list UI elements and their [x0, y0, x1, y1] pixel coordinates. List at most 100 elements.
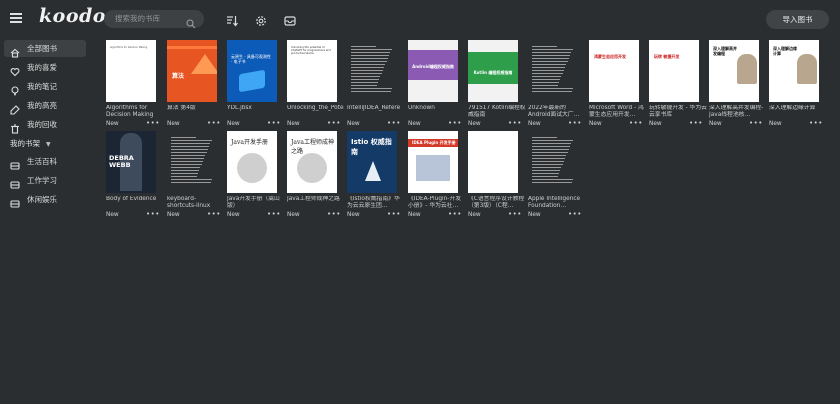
- more-options-icon[interactable]: •••: [207, 210, 221, 218]
- book-cover[interactable]: [167, 131, 217, 193]
- book-card[interactable]: 2022年最新的Android面试大厂… New •••: [528, 40, 581, 128]
- more-options-icon[interactable]: •••: [327, 210, 341, 218]
- chevron-down-icon: ▼: [46, 141, 51, 148]
- book-cover[interactable]: IDEA Plugin 开发手册: [408, 131, 458, 193]
- more-options-icon[interactable]: •••: [146, 210, 160, 218]
- sidebar-item-label: 全部图书: [27, 44, 57, 53]
- cover-text: Android编程权威指南: [412, 64, 454, 69]
- book-status: New: [347, 121, 360, 127]
- sidebar-item-all-books[interactable]: 全部图书: [4, 40, 86, 58]
- more-options-icon[interactable]: •••: [448, 119, 462, 127]
- more-options-icon[interactable]: •••: [689, 119, 703, 127]
- more-options-icon[interactable]: •••: [327, 119, 341, 127]
- more-options-icon[interactable]: •••: [749, 119, 763, 127]
- book-status: New: [408, 212, 421, 218]
- book-status: New: [408, 121, 421, 127]
- book-cover[interactable]: 鸿蒙生态应用开发: [589, 40, 639, 102]
- book-card[interactable]: Algorithms for Decision Making Algorithms…: [106, 40, 159, 128]
- book-card[interactable]: 《C语言程序设计教程（第3版）（C程… New •••: [468, 131, 524, 219]
- settings-gear-icon[interactable]: [255, 12, 267, 31]
- shelf-item-life[interactable]: 生活百科: [4, 153, 86, 170]
- search-placeholder: 搜索我的书库: [115, 14, 160, 23]
- book-cover[interactable]: Java工程师成神之路: [287, 131, 337, 193]
- book-cover[interactable]: [528, 40, 578, 102]
- book-card[interactable]: Apple Intelligence Foundation… New •••: [528, 131, 581, 219]
- book-card[interactable]: Kotlin 编程权威指南 791517 Kotlin编程权威指南 New •••: [468, 40, 526, 128]
- more-options-icon[interactable]: •••: [809, 119, 823, 127]
- cover-text: 玩转 敏捷开发: [654, 54, 680, 59]
- book-card[interactable]: IntelliJIDEA_Refere New •••: [347, 40, 400, 128]
- more-options-icon[interactable]: •••: [568, 210, 582, 218]
- search-input[interactable]: 搜索我的书库: [104, 10, 204, 29]
- cover-text: Istio 权威指南: [351, 138, 392, 156]
- more-options-icon[interactable]: •••: [568, 119, 582, 127]
- book-cover[interactable]: Java开发手册: [227, 131, 277, 193]
- book-cover[interactable]: Kotlin 编程权威指南: [468, 40, 518, 102]
- sidebar-item-trash[interactable]: 我的回收: [4, 116, 86, 134]
- book-status: New: [167, 121, 180, 127]
- book-status: New: [287, 121, 300, 127]
- cover-text: Java工程师成神之路: [291, 139, 334, 155]
- more-options-icon[interactable]: •••: [387, 119, 401, 127]
- book-cover[interactable]: [528, 131, 578, 193]
- book-cover[interactable]: 云原生 · 具备可观测性 · 电子书: [227, 40, 277, 102]
- more-options-icon[interactable]: •••: [448, 210, 462, 218]
- book-card[interactable]: IDEA Plugin 开发手册 《IDEA-Plugin-开发小册》- 华为云社…: [408, 131, 461, 219]
- inbox-icon[interactable]: [284, 12, 296, 31]
- sidebar-item-highlights[interactable]: 我的高亮: [4, 97, 86, 115]
- menu-icon[interactable]: [10, 13, 22, 23]
- more-options-icon[interactable]: •••: [267, 210, 281, 218]
- book-cover[interactable]: Unlocking the potential of ChatGPT for p…: [287, 40, 337, 102]
- sidebar-item-label: 我的喜爱: [27, 63, 57, 72]
- search-icon[interactable]: [186, 14, 196, 33]
- book-title: Apple Intelligence Foundation…: [528, 196, 581, 209]
- more-options-icon[interactable]: •••: [508, 210, 522, 218]
- book-status: New: [468, 121, 481, 127]
- sidebar-item-notes[interactable]: 我的笔记: [4, 78, 86, 96]
- book-title: 玩转敏捷开发 - 华为云 云享书库: [649, 105, 707, 118]
- book-card[interactable]: 云原生 · 具备可观测性 · 电子书 YDL.jbsx New •••: [227, 40, 280, 128]
- book-card[interactable]: Unlocking the potential of ChatGPT for p…: [287, 40, 344, 128]
- book-cover[interactable]: Istio 权威指南: [347, 131, 397, 193]
- sidebar-item-favorites[interactable]: 我的喜爱: [4, 59, 86, 77]
- book-cover[interactable]: 深入理解高并发编程: [709, 40, 759, 102]
- import-book-button[interactable]: 导入图书: [766, 10, 829, 29]
- book-card[interactable]: 玩转 敏捷开发玩转敏捷开发 - 华为云 云享书库 New •••: [649, 40, 707, 128]
- sort-icon[interactable]: [226, 12, 238, 31]
- book-card[interactable]: Android编程权威指南 Unknown New •••: [408, 40, 461, 128]
- book-card[interactable]: 鸿蒙生态应用开发 Microsoft Word - 鸿蒙生态应用开发… New •••: [589, 40, 644, 128]
- book-cover[interactable]: [468, 131, 518, 193]
- book-card[interactable]: Istio 权威指南 《Istio权威指南》华为云云原生团… New •••: [347, 131, 400, 219]
- book-card[interactable]: DEBRA WEBB Body of Evidence New •••: [106, 131, 159, 219]
- book-cover[interactable]: [347, 40, 397, 102]
- book-title: 《C语言程序设计教程（第3版）（C程…: [468, 196, 525, 209]
- book-cover[interactable]: 算法: [167, 40, 217, 102]
- more-options-icon[interactable]: •••: [629, 119, 643, 127]
- book-card[interactable]: 算法算法 第4版 New •••: [167, 40, 220, 128]
- book-cover[interactable]: Algorithms for Decision Making: [106, 40, 156, 102]
- book-cover[interactable]: 玩转 敏捷开发: [649, 40, 699, 102]
- book-cover[interactable]: 深入理解边缘计算: [769, 40, 819, 102]
- more-options-icon[interactable]: •••: [267, 119, 281, 127]
- book-card[interactable]: keyboard-shortcuts-linux New •••: [167, 131, 220, 219]
- book-card[interactable]: 深入理解高并发编程 深入理解高并发编程-Java线程池核… New •••: [709, 40, 763, 128]
- shelf-item-leisure[interactable]: 休闲娱乐: [4, 191, 86, 208]
- more-options-icon[interactable]: •••: [387, 210, 401, 218]
- book-card[interactable]: Java工程师成神之路 Java工程师成神之路 New •••: [287, 131, 340, 219]
- book-title: Java开发手册（嵩山版）: [227, 196, 280, 209]
- cover-text: 算法: [172, 73, 185, 80]
- book-status: New: [649, 121, 662, 127]
- more-options-icon[interactable]: •••: [146, 119, 160, 127]
- book-card[interactable]: 深入理解边缘计算 深入理解边缘计算 New •••: [769, 40, 822, 128]
- more-options-icon[interactable]: •••: [207, 119, 221, 127]
- book-cover[interactable]: Android编程权威指南: [408, 40, 458, 102]
- book-status: New: [287, 212, 300, 218]
- book-status: New: [528, 212, 541, 218]
- more-options-icon[interactable]: •••: [508, 119, 522, 127]
- book-cover[interactable]: DEBRA WEBB: [106, 131, 156, 193]
- shelf-item-work[interactable]: 工作学习: [4, 172, 86, 189]
- book-title: 算法 第4版: [167, 105, 196, 111]
- shelf-heading[interactable]: 我的书架 ▼: [10, 138, 51, 149]
- book-card[interactable]: Java开发手册 Java开发手册（嵩山版） New •••: [227, 131, 280, 219]
- cover-text: 鸿蒙生态应用开发: [594, 54, 626, 59]
